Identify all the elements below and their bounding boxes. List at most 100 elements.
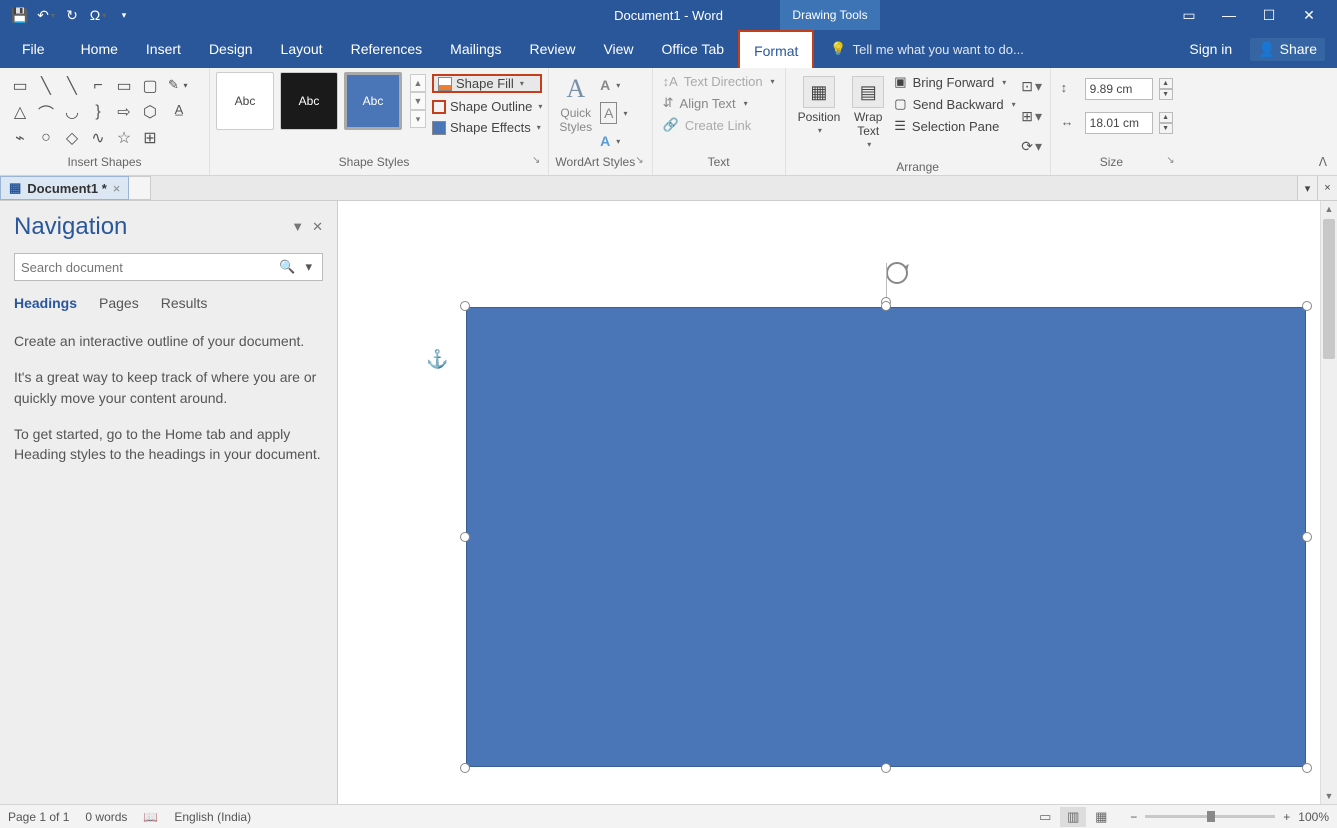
shape-brace-icon[interactable]: }	[86, 100, 110, 124]
qat-more-icon[interactable]: ▾	[114, 5, 134, 25]
tab-review[interactable]: Review	[516, 30, 590, 68]
height-down-icon[interactable]: ▼	[1159, 89, 1173, 100]
tab-references[interactable]: References	[337, 30, 437, 68]
nav-tab-results[interactable]: Results	[161, 295, 208, 311]
nav-tab-headings[interactable]: Headings	[14, 295, 77, 311]
style-thumb-3[interactable]: Abc	[344, 72, 402, 130]
shape-style-gallery[interactable]: Abc Abc Abc ▲ ▼ ▾	[216, 72, 426, 130]
gallery-down-icon[interactable]: ▼	[410, 92, 426, 110]
tell-me-search[interactable]: 💡 Tell me what you want to do...	[814, 30, 1189, 68]
resize-handle-ne[interactable]	[1302, 301, 1312, 311]
shape-circle-icon[interactable]: ○	[34, 126, 58, 150]
zoom-slider[interactable]	[1145, 815, 1275, 818]
tab-insert[interactable]: Insert	[132, 30, 195, 68]
tab-view[interactable]: View	[589, 30, 647, 68]
width-field[interactable]: ↔ 18.01 cm ▲▼	[1061, 112, 1173, 134]
nav-tab-pages[interactable]: Pages	[99, 295, 139, 311]
selected-shape[interactable]	[460, 301, 1312, 773]
zoom-in-icon[interactable]: +	[1283, 810, 1290, 824]
status-language[interactable]: English (India)	[174, 810, 251, 824]
shape-rect-icon[interactable]: ▭	[112, 74, 136, 98]
zoom-value[interactable]: 100%	[1298, 810, 1329, 824]
resize-handle-w[interactable]	[460, 532, 470, 542]
tab-home[interactable]: Home	[67, 30, 132, 68]
shape-diamond-icon[interactable]: ◇	[60, 126, 84, 150]
resize-handle-n[interactable]	[881, 301, 891, 311]
gallery-more-icon[interactable]: ▾	[410, 110, 426, 128]
resize-handle-sw[interactable]	[460, 763, 470, 773]
shape-scribble-icon[interactable]: ∿	[86, 126, 110, 150]
nav-dropdown-icon[interactable]: ▼	[291, 219, 304, 235]
tab-layout[interactable]: Layout	[267, 30, 337, 68]
align-button[interactable]: ⊡▾	[1022, 76, 1042, 96]
shape-curve-icon[interactable]: ⌒	[34, 100, 58, 124]
rotation-handle-icon[interactable]	[883, 259, 911, 287]
share-button[interactable]: 👤 Share	[1250, 38, 1325, 61]
size-dialog-icon[interactable]: ↘	[1166, 155, 1174, 166]
height-field[interactable]: ↕ 9.89 cm ▲▼	[1061, 78, 1173, 100]
doctab-dropdown-icon[interactable]: ▾	[1297, 176, 1317, 200]
shapes-gallery[interactable]: ▭ ╲ ╲ ⌐ ▭ ▢ △ ⌒ ◡ } ⇨ ⬡ ⌁ ○ ◇ ∿ ☆ ⊞	[6, 72, 164, 152]
search-document-field[interactable]: 🔍 ▾	[14, 253, 323, 281]
shape-freeform-icon[interactable]: ⌁	[8, 126, 32, 150]
text-outline-button[interactable]: A▾	[600, 102, 627, 124]
web-layout-icon[interactable]: ▦	[1088, 807, 1114, 827]
vertical-scrollbar[interactable]: ▲ ▼	[1320, 201, 1337, 804]
status-page[interactable]: Page 1 of 1	[8, 810, 69, 824]
minimize-icon[interactable]: —	[1219, 5, 1239, 25]
omega-icon[interactable]: Ω▾	[88, 5, 108, 25]
shape-arrow-icon[interactable]: ⇨	[112, 100, 136, 124]
search-input[interactable]	[21, 260, 275, 275]
text-fill-button[interactable]: A▾	[600, 74, 627, 96]
align-text-button[interactable]: ⇵Align Text▾	[663, 95, 775, 111]
document-tab-1[interactable]: ▦ Document1 * ×	[0, 176, 129, 200]
search-dropdown-icon[interactable]: ▾	[301, 259, 316, 275]
shape-line-icon[interactable]: ╲	[34, 74, 58, 98]
new-document-tab[interactable]	[129, 176, 151, 200]
shape-connector-icon[interactable]: ⌐	[86, 74, 110, 98]
scroll-down-icon[interactable]: ▼	[1321, 788, 1337, 804]
shape-roundrect-icon[interactable]: ▢	[138, 74, 162, 98]
zoom-out-icon[interactable]: −	[1130, 810, 1137, 824]
height-up-icon[interactable]: ▲	[1159, 78, 1173, 89]
position-button[interactable]: ▦ Position ▾	[792, 72, 847, 139]
send-backward-button[interactable]: ▢Send Backward▾	[894, 96, 1015, 112]
shape-textbox-icon[interactable]: ▭	[8, 74, 32, 98]
wrap-text-button[interactable]: ▤ Wrap Text ▾	[846, 72, 890, 153]
redo-icon[interactable]: ↻	[62, 5, 82, 25]
scroll-thumb[interactable]	[1323, 219, 1335, 359]
text-effects-button[interactable]: A▾	[600, 130, 627, 152]
search-icon[interactable]: 🔍	[275, 259, 299, 275]
width-up-icon[interactable]: ▲	[1159, 112, 1173, 123]
draw-textbox-icon[interactable]: A̲	[168, 98, 190, 120]
tab-mailings[interactable]: Mailings	[436, 30, 515, 68]
nav-close-icon[interactable]: ✕	[312, 219, 323, 235]
resize-handle-nw[interactable]	[460, 301, 470, 311]
bring-forward-button[interactable]: ▣Bring Forward▾	[894, 74, 1015, 90]
status-words[interactable]: 0 words	[85, 810, 127, 824]
width-value[interactable]: 18.01 cm	[1085, 112, 1153, 134]
scroll-up-icon[interactable]: ▲	[1321, 201, 1337, 217]
width-down-icon[interactable]: ▼	[1159, 123, 1173, 134]
maximize-icon[interactable]: ☐	[1259, 5, 1279, 25]
shape-fill-button[interactable]: Shape Fill ▾	[432, 74, 542, 93]
tab-format[interactable]: Format	[738, 30, 814, 69]
close-tab-icon[interactable]: ×	[113, 181, 121, 196]
height-value[interactable]: 9.89 cm	[1085, 78, 1153, 100]
close-icon[interactable]: ✕	[1299, 5, 1319, 25]
shape-arc-icon[interactable]: ◡	[60, 100, 84, 124]
tab-file[interactable]: File	[0, 30, 67, 68]
style-thumb-1[interactable]: Abc	[216, 72, 274, 130]
edit-shape-icon[interactable]: ✎▾	[168, 74, 190, 96]
shape-triangle-icon[interactable]: △	[8, 100, 32, 124]
shape-effects-button[interactable]: Shape Effects ▾	[432, 120, 542, 135]
selection-pane-button[interactable]: ☰Selection Pane	[894, 118, 1015, 134]
tab-office-tab[interactable]: Office Tab	[648, 30, 739, 68]
sign-in-link[interactable]: Sign in	[1189, 41, 1232, 57]
shape-rectangle[interactable]	[466, 307, 1306, 767]
ribbon-display-icon[interactable]: ▭	[1179, 5, 1199, 25]
quick-styles-button[interactable]: A Quick Styles	[555, 72, 596, 136]
tab-design[interactable]: Design	[195, 30, 267, 68]
shape-hexagon-icon[interactable]: ⬡	[138, 100, 162, 124]
style-thumb-2[interactable]: Abc	[280, 72, 338, 130]
